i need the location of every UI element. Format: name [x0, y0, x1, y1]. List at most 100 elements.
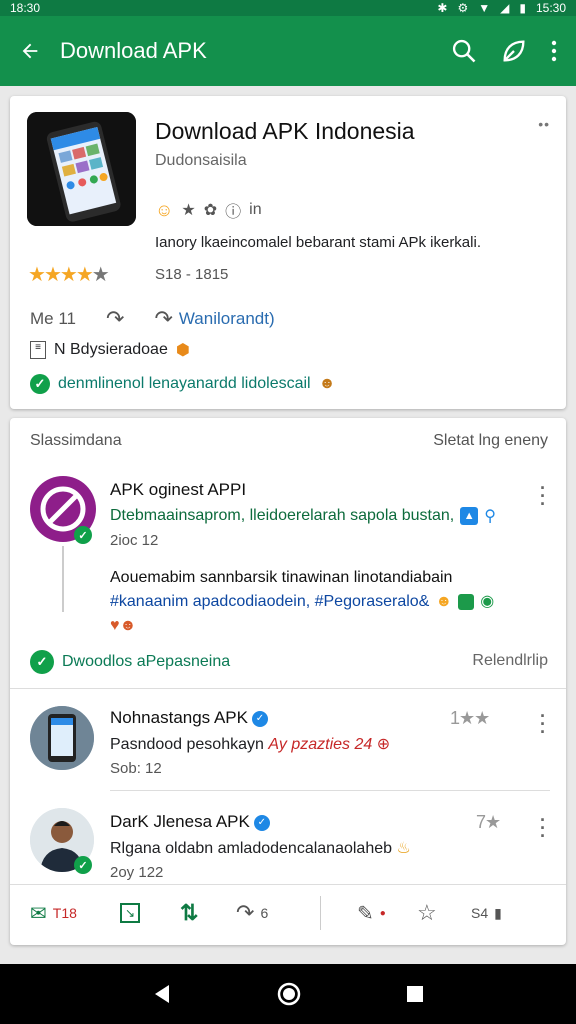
post-rating: 1★★: [450, 708, 490, 728]
post-text: Aouemabim sannbarsik tinawinan linotandi…: [110, 569, 453, 586]
transfer-icon: ⇅: [180, 900, 199, 925]
verified-badge-icon: ✓: [74, 856, 92, 874]
rating-range: S18 - 1815: [155, 266, 229, 283]
feed-card: Slassimdana Sletat lng eneny ✓ APK ogine…: [10, 418, 566, 945]
avatar[interactable]: [30, 706, 94, 770]
shield-icon: ⬢: [175, 342, 190, 359]
recommend-label: Dwoodlos aPepasneina: [62, 653, 231, 670]
reaction-icons: ♥☻: [110, 617, 137, 634]
info-label: N Bdysieradoae: [54, 341, 168, 358]
divider: [10, 688, 566, 689]
post-highlight: Ay pzazties 24: [268, 736, 373, 753]
bar-chart-icon: ▮: [494, 904, 502, 921]
download-link[interactable]: ↷ Wanilorandt): [154, 306, 274, 332]
more-vert-icon[interactable]: [550, 39, 558, 63]
star-icon: ★: [181, 202, 196, 219]
star-icon: ★: [59, 264, 78, 286]
share-button[interactable]: ↷ 6: [236, 900, 316, 926]
nav-back-icon[interactable]: [151, 983, 173, 1005]
count-label: Me 11: [30, 309, 76, 328]
post-date: Sob: 12: [110, 760, 162, 777]
bottom-action-bar: ✉ T18 ↘ ⇅ ↷ 6 ✎ ● ☆ S4 ▮: [10, 888, 566, 938]
verified-badge-icon: ✓: [253, 814, 270, 831]
share-icon: ↷: [236, 900, 255, 925]
search-icon[interactable]: [450, 37, 478, 65]
bluetooth-icon: ✱: [437, 1, 448, 15]
rating-stars: ★ ★ ★ ★ ★: [28, 262, 110, 287]
info-circle-icon: ⓘ: [225, 204, 242, 221]
post-author-text: Nohnastangs APK: [110, 708, 248, 727]
battery-icon: ▮: [519, 1, 526, 15]
image-icon: ▲: [460, 507, 479, 525]
more-horiz-icon[interactable]: ••: [538, 116, 550, 132]
emoji-icon: ☺: [155, 199, 174, 220]
section-filter[interactable]: Sletat lng eneny: [433, 432, 548, 450]
tag-icon[interactable]: [500, 37, 528, 65]
badge-label: in: [249, 201, 262, 218]
notification-dot-icon: ●: [379, 907, 386, 919]
inbox-icon: ✉: [30, 902, 47, 925]
recommend-row[interactable]: ✓ Dwoodlos aPepasneina: [30, 650, 230, 674]
bookmark-icon: ↘: [120, 903, 140, 923]
save-button[interactable]: ↘: [120, 903, 180, 923]
android-icon: ◉: [480, 593, 495, 610]
stats-label: S4: [471, 905, 489, 921]
app-bar: Download APK: [0, 16, 576, 86]
more-vert-icon[interactable]: · · ·: [538, 811, 548, 845]
page-title: Download APK: [60, 38, 207, 63]
post-author[interactable]: Nohnastangs APK ✓: [110, 708, 268, 728]
divider: [320, 896, 321, 930]
image-icon: [458, 594, 475, 610]
status-bar: 18:30 ✱ ⚙ ▼ ◢ ▮ 15:30: [0, 0, 576, 16]
puzzle-icon: ✿: [203, 202, 218, 219]
system-nav-bar: [0, 964, 576, 1024]
post-author-text: DarK Jlenesa APK: [110, 812, 250, 831]
phone-photo-icon: [30, 706, 94, 770]
post-subtitle: Rlgana oldabn amladodencalanaolaheb ♨: [110, 838, 411, 858]
settings-icon: ⚙: [457, 1, 469, 15]
wifi-icon: ▼: [478, 1, 491, 15]
app-icon[interactable]: [27, 112, 136, 226]
developer-name[interactable]: Dudonsaisila: [155, 152, 247, 170]
inbox-count: T18: [52, 905, 77, 921]
badge-row: ☺ ★ ✿ ⓘ in: [155, 198, 262, 222]
stats-button[interactable]: S4 ▮: [471, 905, 502, 922]
verified-badge-icon: ✓: [74, 526, 92, 544]
emoji-icon: ☻: [435, 593, 453, 610]
edit-icon: ✎: [357, 902, 374, 925]
back-button[interactable]: [0, 16, 60, 86]
edit-button[interactable]: ✎ ●: [357, 901, 417, 926]
post-tags[interactable]: #kanaanim apadcodiaodein, #Pegoraseralo&: [110, 590, 429, 614]
nav-home-icon[interactable]: [276, 981, 302, 1007]
star-icon: ★: [28, 264, 46, 286]
post-author[interactable]: APK oginest APPI: [110, 480, 246, 500]
post-subtitle: Pasndood pesohkayn Ay pzazties 24 ⊕: [110, 734, 390, 754]
verified-label: denmlinenol lenayanardd lidolescail: [58, 375, 311, 392]
emoji-icon: ♨: [396, 840, 411, 857]
nav-recents-icon[interactable]: [405, 984, 425, 1004]
header-actions: Me 11 ↷ ↷ Wanilorandt): [30, 306, 275, 332]
reply-link[interactable]: Relendlrlip: [472, 652, 548, 670]
transfer-button[interactable]: ⇅: [180, 900, 236, 926]
inbox-button[interactable]: ✉ T18: [30, 901, 120, 926]
app-description: Ianory lkaeincomalel bebarant stami APk …: [155, 234, 481, 251]
more-vert-icon[interactable]: · · ·: [538, 479, 548, 513]
more-vert-icon[interactable]: · · ·: [538, 707, 548, 741]
share-icon[interactable]: ↷: [106, 306, 124, 332]
emoji-icon: ⊕: [376, 736, 391, 753]
thread-line: [62, 546, 64, 612]
section-header: Slassimdana Sletat lng eneny: [30, 432, 548, 450]
info-row: ≡ N Bdysieradoae ⬢: [30, 340, 190, 360]
link-icon: ⚲: [484, 508, 496, 525]
post-subtitle-text: Rlgana oldabn amladodencalanaolaheb: [110, 840, 393, 857]
post-author[interactable]: DarK Jlenesa APK ✓: [110, 812, 270, 832]
star-icon: ★: [75, 264, 94, 286]
star-button[interactable]: ☆: [417, 900, 471, 926]
share-icon: ↷: [154, 306, 173, 331]
post-subtitle-text: Pasndood pesohkayn: [110, 736, 264, 753]
verified-badge-icon: ✓: [251, 710, 268, 727]
star-outline-icon: ☆: [417, 900, 437, 925]
status-time-right: 15:30: [535, 1, 566, 15]
status-time-left: 18:30: [10, 1, 41, 15]
post-subtitle: Dtebmaainsaprom, lleidoerelarah sapola b…: [110, 506, 496, 526]
